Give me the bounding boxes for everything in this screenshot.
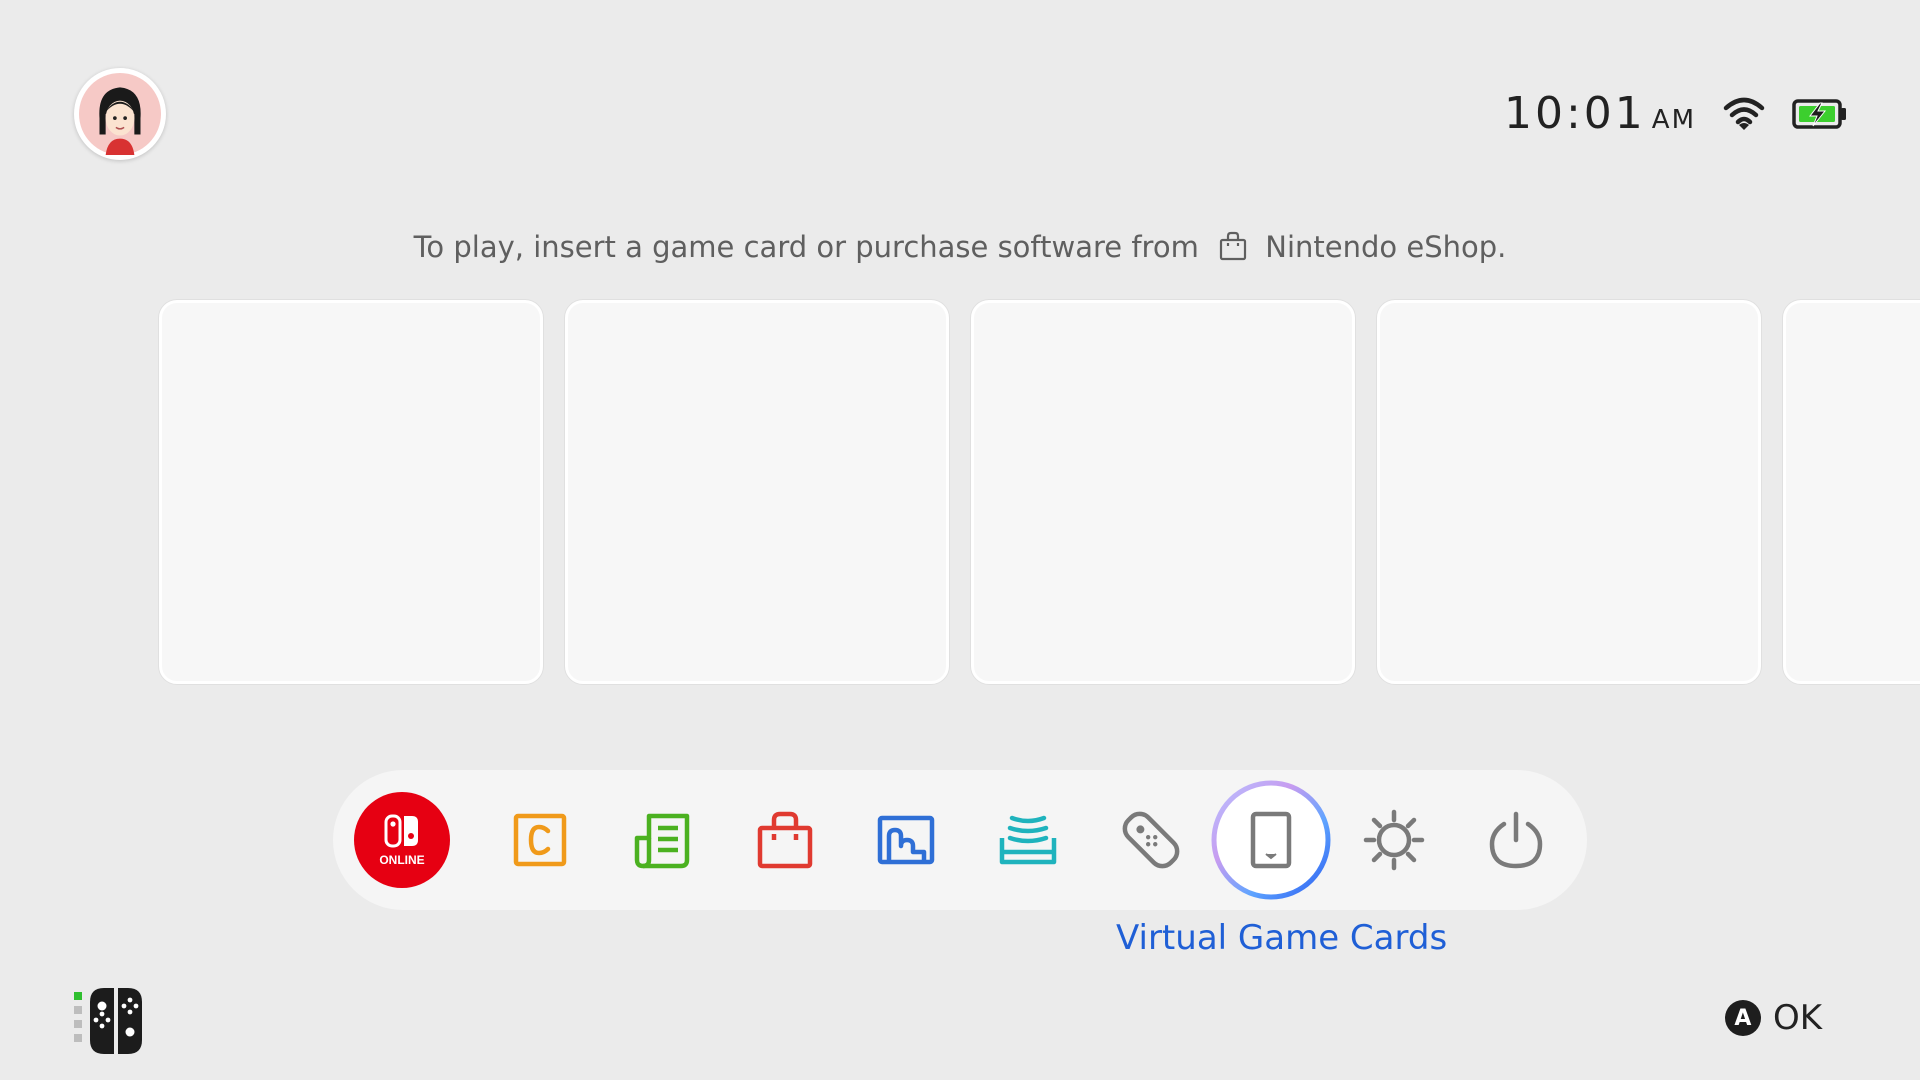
nintendo-switch-online-button[interactable]: ONLINE [342,780,462,900]
gear-icon [1363,809,1425,871]
online-badge-text: ONLINE [379,853,424,867]
ok-label: OK [1772,998,1822,1038]
clock-time: 10:01 [1503,88,1646,139]
power-icon [1489,811,1543,869]
shopping-bag-icon [757,811,813,869]
software-tiles [159,300,1920,684]
controller-icon [1122,811,1180,869]
shopping-bag-icon [1219,231,1247,261]
news-button[interactable] [603,780,723,900]
selected-item-label: Virtual Game Cards [1116,918,1448,958]
album-button[interactable] [846,780,966,900]
empty-tile[interactable] [971,300,1355,684]
hint-text-before: To play, insert a game card or purchase … [413,230,1199,264]
mii-avatar-icon [79,73,161,155]
home-dock: ONLINE [333,770,1587,910]
empty-tile[interactable] [565,300,949,684]
album-icon [877,815,935,865]
nintendo-eshop-button[interactable] [725,780,845,900]
empty-tile[interactable] [159,300,543,684]
power-button[interactable] [1456,780,1576,900]
stack-icon [999,815,1057,865]
system-settings-button[interactable] [1334,780,1454,900]
a-button-icon: A [1724,1000,1761,1036]
empty-tile[interactable] [1783,300,1920,684]
clock-ampm: AM [1651,105,1696,135]
hint-text-after: Nintendo eShop. [1265,230,1507,264]
user-avatar[interactable] [74,68,166,160]
c-square-icon [513,813,567,867]
game-card-icon [1250,811,1292,869]
status-bar: 10:01 AM [1504,88,1848,140]
switch-online-icon: ONLINE [354,792,450,888]
news-icon [634,813,690,869]
clock: 10:01 AM [1504,92,1696,136]
virtual-game-cards-button[interactable] [1211,780,1331,900]
ok-prompt[interactable]: A OK [1724,998,1822,1038]
battery-charging-icon [1792,99,1846,129]
game-share-button[interactable] [968,780,1088,900]
joy-con-icon[interactable] [74,988,166,1054]
gamechat-button[interactable] [480,780,600,900]
empty-library-hint: To play, insert a game card or purchase … [0,230,1920,264]
wifi-icon [1723,97,1765,130]
controllers-button[interactable] [1091,780,1211,900]
empty-tile[interactable] [1377,300,1761,684]
